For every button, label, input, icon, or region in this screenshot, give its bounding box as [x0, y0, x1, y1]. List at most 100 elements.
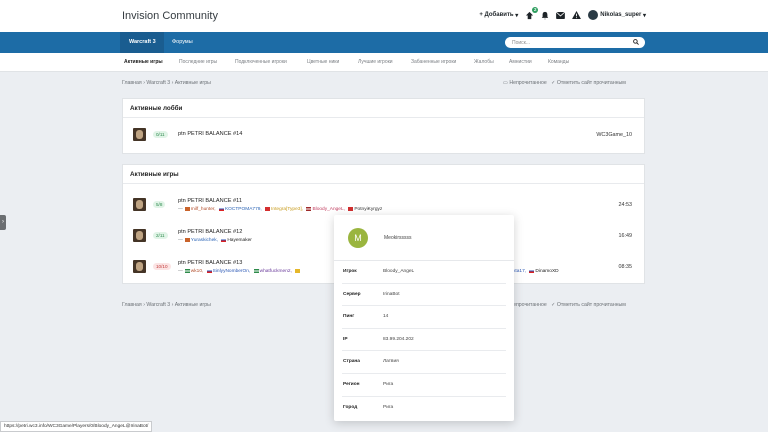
flag-icon: [265, 207, 271, 211]
field-value: 83.99.204.202: [383, 336, 414, 342]
game-name[interactable]: ptn PETRI BALANCE #12: [178, 229, 242, 235]
lobby-name[interactable]: ptn PETRI BALANCE #14: [178, 131, 242, 137]
unread-link[interactable]: Непрочитанное: [509, 80, 546, 86]
player-count-badge: 5/8: [153, 201, 166, 208]
notification-badge: 2: [532, 6, 539, 13]
search-input[interactable]: Поиск...: [505, 37, 645, 48]
game-icon: [133, 229, 146, 242]
subnav-complaints[interactable]: Жалобы: [474, 59, 494, 65]
dash-icon: —: [178, 207, 183, 213]
player-link[interactable]: wk10,: [191, 269, 204, 274]
site-title[interactable]: Invision Community: [122, 10, 218, 22]
status-bar-url: https://petri.wc3.info/WC3Game/Players/0…: [0, 421, 153, 432]
field-label: Город: [343, 404, 358, 410]
game-duration: 24:53: [618, 202, 633, 208]
sidebar-toggle[interactable]: ›: [0, 215, 6, 230]
game-icon: [133, 260, 146, 273]
flag-icon: [253, 269, 259, 273]
subnav-recent-games[interactable]: Последние игры: [179, 59, 217, 65]
avatar[interactable]: M: [348, 228, 368, 248]
player-link[interactable]: whatfuckmen2,: [260, 269, 292, 274]
lobby-row[interactable]: 0/11 ptn PETRI BALANCE #14 WC3Game_10: [123, 121, 644, 151]
search-icon[interactable]: [633, 39, 639, 47]
field-label: Страна: [343, 359, 360, 365]
hovercard-row: Сервер IrinaBot: [342, 284, 506, 307]
game-duration: 08:35: [618, 264, 633, 270]
breadcrumb-home[interactable]: Главная: [122, 302, 142, 308]
player-link[interactable]: Yuraskichek,: [191, 238, 218, 243]
subnav-teams[interactable]: Команды: [548, 59, 569, 65]
user-area: + Добавить ▾ 2 Nikolas_super ▾: [479, 6, 646, 20]
game-name[interactable]: ptn PETRI BALANCE #11: [178, 198, 242, 204]
player-list: — wk10, SinlyyNomberOn, whatfuckmen2,: [178, 269, 301, 274]
subnav-banned-players[interactable]: Забаненные игроки: [411, 59, 456, 65]
flag-icon: [184, 238, 190, 242]
flag-icon: [306, 207, 312, 211]
player-link[interactable]: PotnyiKyrgyz: [354, 207, 382, 212]
hovercard-row: Город Рига: [342, 397, 506, 420]
player-link[interactable]: KOCTPOMA779,: [225, 207, 262, 212]
subnav-active-games[interactable]: Активные игры: [124, 59, 163, 65]
player-link[interactable]: Hayemaker: [227, 238, 252, 243]
breadcrumb-section[interactable]: Warcraft 3: [146, 302, 170, 308]
player-link[interactable]: milf_hunter,: [191, 207, 216, 212]
hovercard-row: Регион Рига: [342, 374, 506, 397]
nav-forums[interactable]: Форумы: [172, 39, 193, 45]
player-link[interactable]: Bloody_AngeL,: [312, 207, 345, 212]
field-value: Рига: [383, 381, 394, 387]
player-list-tail: kta17, DinamoXD: [513, 269, 559, 274]
warning-icon[interactable]: [572, 11, 582, 19]
breadcrumb-section[interactable]: Warcraft 3: [146, 80, 170, 86]
field-value: Bloody_AngeL: [383, 269, 415, 274]
breadcrumb: Главная › Warcraft 3 › Активные игры: [122, 80, 211, 86]
flag-icon: [218, 207, 224, 211]
breadcrumb-home[interactable]: Главная: [122, 80, 142, 86]
flag-icon: [529, 269, 535, 273]
reputation-icon[interactable]: 2: [525, 6, 539, 20]
player-count-badge: 10/10: [153, 263, 171, 270]
user-menu[interactable]: Nikolas_super ▾: [588, 10, 646, 20]
subnav-amnesties[interactable]: Амнистии: [509, 59, 532, 65]
hovercard-row: Пинг 14: [342, 306, 506, 329]
hovercard-nickname[interactable]: Meokirsssss: [384, 235, 412, 241]
top-header: Invision Community + Добавить ▾ 2 Nikola…: [0, 0, 768, 32]
field-value: Рига: [383, 404, 394, 410]
flag-icon: [206, 269, 212, 273]
player-link[interactable]: kta17,: [513, 269, 526, 274]
sub-nav: Активные игры Последние игры Подключенны…: [0, 53, 768, 72]
field-value: 14: [383, 314, 389, 320]
mark-read-link[interactable]: Отметить сайт прочитанным: [557, 302, 626, 308]
field-label: Игрок: [343, 269, 357, 274]
bell-icon[interactable]: [541, 11, 549, 20]
hovercard-row: Игрок Bloody_AngeL: [342, 261, 506, 284]
lobbies-section: Активные лобби 0/11 ptn PETRI BALANCE #1…: [122, 98, 645, 154]
player-count-badge: 2/11: [153, 232, 168, 239]
add-menu-button[interactable]: + Добавить ▾: [479, 12, 518, 19]
mail-icon[interactable]: [556, 11, 566, 19]
lobbies-title: Активные лобби: [123, 99, 644, 118]
subnav-connected-players[interactable]: Подключенные игроки: [235, 59, 287, 65]
field-label: Сервер: [343, 291, 361, 297]
player-count-badge: 0/11: [153, 131, 168, 138]
lobby-host: WC3Game_10: [596, 132, 632, 138]
field-value: Латвия: [383, 359, 399, 365]
unread-link[interactable]: Непрочитанное: [509, 302, 546, 308]
breadcrumb-actions-bottom: ▭ Непрочитанное ✓ Отметить сайт прочитан…: [503, 302, 626, 308]
mark-read-link[interactable]: Отметить сайт прочитанным: [557, 80, 626, 86]
flag-icon: [221, 238, 227, 242]
dash-icon: —: [178, 269, 183, 275]
field-label: Пинг: [343, 314, 355, 320]
player-link[interactable]: SinlyyNomberOn,: [213, 269, 251, 274]
player-link[interactable]: DinamoXD: [535, 269, 558, 274]
subnav-colored-nicks[interactable]: Цветные ники: [307, 59, 339, 65]
game-name[interactable]: ptn PETRI BALANCE #13: [178, 260, 242, 266]
flag-icon: [295, 269, 301, 273]
player-link[interactable]: Integra[Type3],: [271, 207, 303, 212]
hovercard-header: M Meokirsssss: [334, 215, 514, 261]
nav-warcraft3[interactable]: Warcraft 3: [129, 39, 156, 45]
hovercard-row: IP 83.99.204.202: [342, 329, 506, 352]
game-icon: [133, 198, 146, 211]
field-value: IrinaBot: [383, 291, 400, 297]
breadcrumb-current: Активные игры: [174, 80, 211, 86]
subnav-best-players[interactable]: Лучшие игроки: [358, 59, 393, 65]
